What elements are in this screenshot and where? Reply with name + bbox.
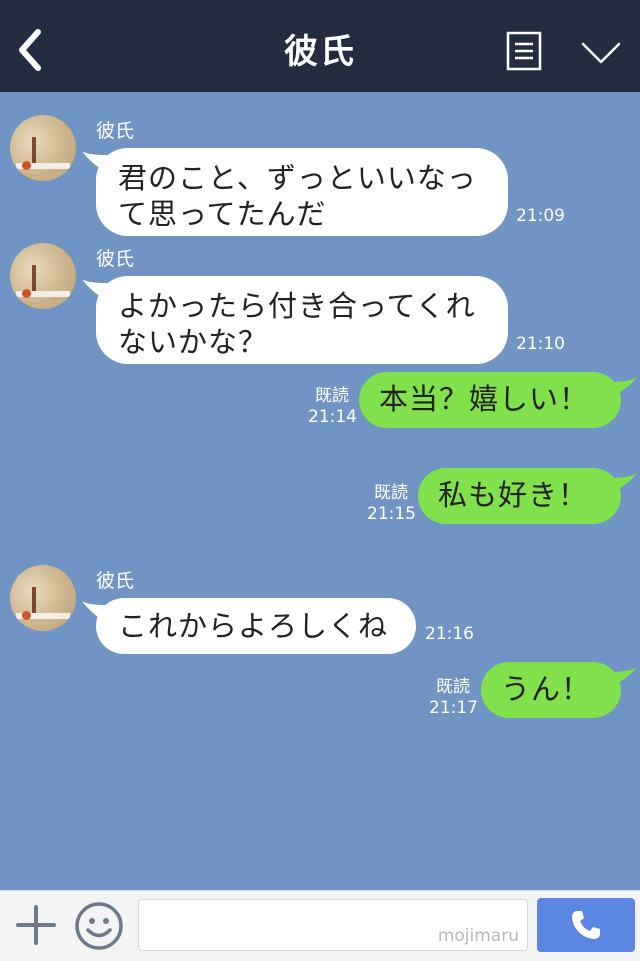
read-label: 既読	[374, 483, 408, 503]
message-bubble-incoming[interactable]: これからよろしくね	[96, 598, 416, 654]
message-text-line: これからよろしくね	[118, 609, 389, 643]
message-time: 21:14	[308, 407, 357, 427]
message-time: 21:15	[367, 504, 416, 524]
message-input[interactable]: mojimaru	[138, 899, 528, 951]
read-status: 既読 21:17	[429, 677, 478, 719]
message-time: 21:09	[516, 206, 565, 226]
phone-icon	[572, 911, 600, 939]
read-label: 既読	[315, 386, 349, 406]
watermark-text: mojimaru	[437, 926, 519, 946]
add-button[interactable]	[14, 903, 58, 947]
chevron-down-icon	[581, 42, 621, 64]
sender-name: 彼氏	[96, 120, 135, 142]
message-text-line: 君のこと、ずっといいなっ	[118, 161, 477, 195]
message-text-line: ないかな？	[118, 325, 269, 359]
collapse-button[interactable]	[580, 40, 622, 66]
chat-title: 彼氏	[284, 32, 356, 72]
note-button[interactable]	[506, 31, 542, 71]
message-time: 21:16	[425, 624, 474, 644]
read-status: 既読 21:15	[367, 483, 416, 525]
chat-header: 彼氏	[0, 0, 640, 92]
read-label: 既読	[436, 677, 470, 697]
message-bubble-outgoing[interactable]: 私も好き！	[418, 468, 621, 524]
plus-icon	[16, 905, 56, 945]
message-text: 私も好き！	[438, 478, 589, 512]
input-bar: mojimaru	[0, 890, 640, 961]
message-time: 21:10	[516, 334, 565, 354]
message-text: うん！	[501, 672, 592, 706]
message-bubble-outgoing[interactable]: うん！	[481, 662, 621, 718]
message-bubble-incoming[interactable]: 君のこと、ずっといいなっ て思ってたんだ	[96, 148, 508, 236]
call-button[interactable]	[537, 898, 635, 952]
bubble-tail	[606, 377, 637, 398]
document-list-icon	[506, 31, 542, 71]
message-text-line: て思ってたんだ	[118, 197, 327, 231]
emoji-button[interactable]	[74, 901, 124, 951]
bubble-tail	[606, 473, 637, 494]
message-text-line: よかったら付き合ってくれ	[118, 289, 476, 323]
avatar[interactable]	[10, 243, 76, 309]
sender-name: 彼氏	[96, 570, 135, 592]
avatar[interactable]	[10, 565, 76, 631]
smile-icon	[75, 902, 123, 950]
bubble-tail	[606, 667, 637, 688]
message-bubble-outgoing[interactable]: 本当？嬉しい！	[359, 372, 621, 428]
message-list[interactable]: 彼氏 君のこと、ずっといいなっ て思ってたんだ 21:09 彼氏 よかったら付き…	[0, 92, 640, 890]
message-time: 21:17	[429, 698, 478, 718]
message-bubble-incoming[interactable]: よかったら付き合ってくれ ないかな？	[96, 276, 508, 364]
read-status: 既読 21:14	[308, 386, 357, 428]
sender-name: 彼氏	[96, 248, 135, 270]
avatar[interactable]	[10, 115, 76, 181]
message-text: 本当？嬉しい！	[379, 382, 590, 416]
